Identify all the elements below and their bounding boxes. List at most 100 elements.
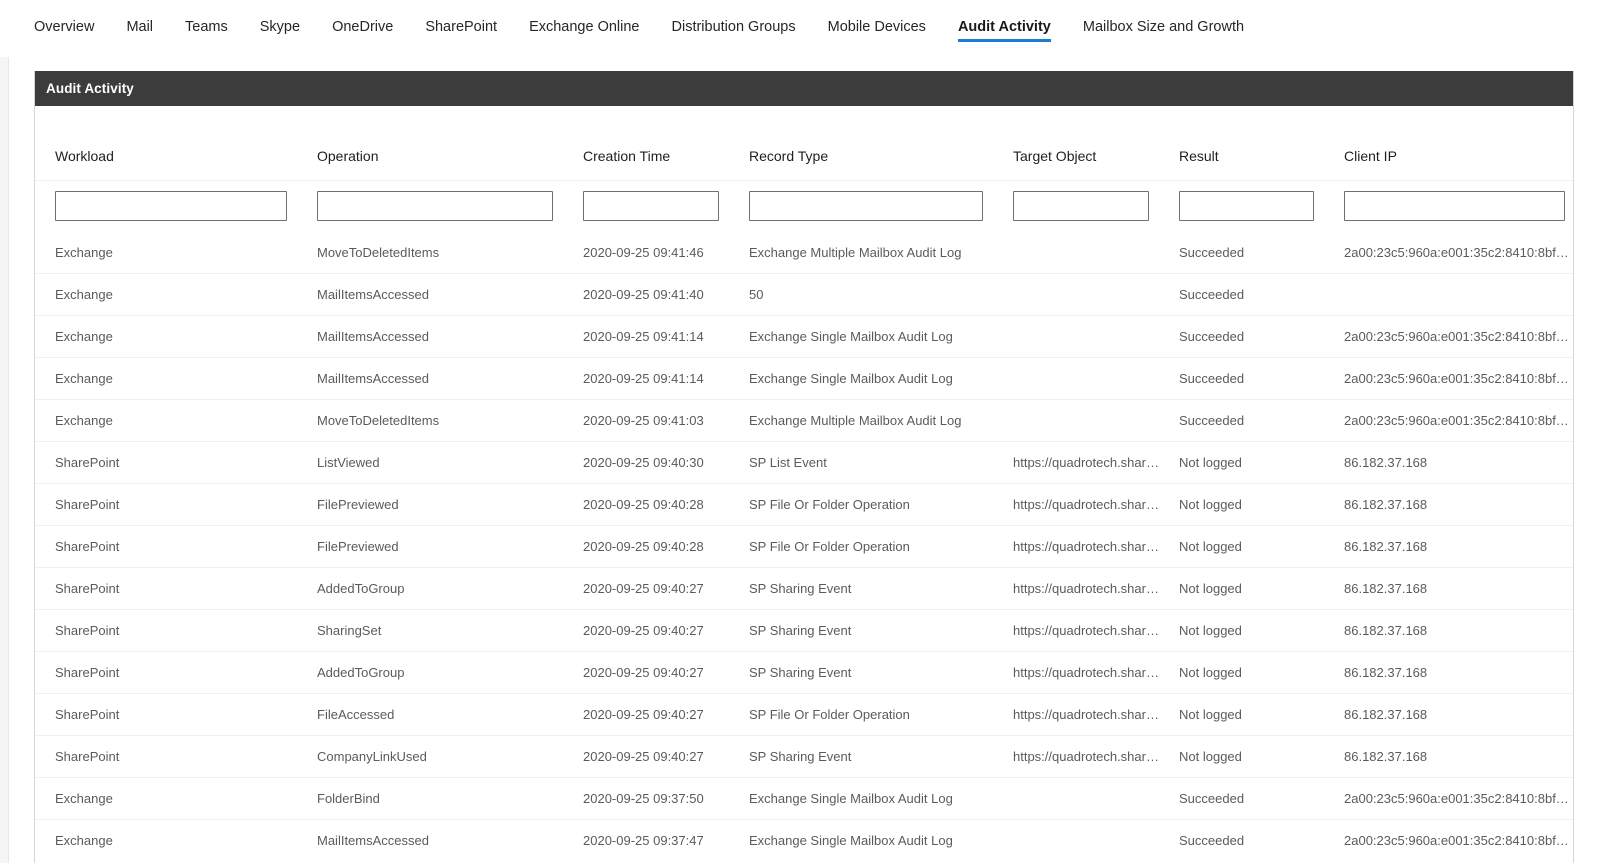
table-row[interactable]: ExchangeFolderBind2020-09-25 09:37:50Exc… [35,778,1573,820]
cell-workload: SharePoint [35,442,297,484]
column-header-clientip[interactable]: Client IP [1324,106,1573,180]
cell-record: Exchange Multiple Mailbox Audit Log [729,400,993,442]
tab-label: SharePoint [425,19,497,35]
filter-cell-clientip [1324,180,1573,232]
cell-clientip: 2a00:23c5:960a:e001:35c2:8410:8bf… [1324,778,1573,820]
active-tab-indicator [958,39,1051,42]
column-header-creation[interactable]: Creation Time [563,106,729,180]
tab-overview[interactable]: Overview [34,0,94,39]
cell-clientip: 86.182.37.168 [1324,610,1573,652]
column-header-record[interactable]: Record Type [729,106,993,180]
table-row[interactable]: SharePointListViewed2020-09-25 09:40:30S… [35,442,1573,484]
cell-record: Exchange Single Mailbox Audit Log [729,316,993,358]
cell-workload: SharePoint [35,568,297,610]
cell-clientip: 2a00:23c5:960a:e001:35c2:8410:8bf… [1324,358,1573,400]
cell-target: https://quadrotech.sharep… [993,568,1159,610]
cell-creation: 2020-09-25 09:41:14 [563,316,729,358]
table-row[interactable]: ExchangeMailItemsAccessed2020-09-25 09:4… [35,316,1573,358]
table-row[interactable]: SharePointSharingSet2020-09-25 09:40:27S… [35,610,1573,652]
tab-sharepoint[interactable]: SharePoint [425,0,497,39]
cell-creation: 2020-09-25 09:37:50 [563,778,729,820]
cell-workload: Exchange [35,778,297,820]
tab-mailbox-size-and-growth[interactable]: Mailbox Size and Growth [1083,0,1244,39]
cell-creation: 2020-09-25 09:40:30 [563,442,729,484]
table-row[interactable]: ExchangeMailItemsAccessed2020-09-25 09:4… [35,358,1573,400]
cell-creation: 2020-09-25 09:41:14 [563,358,729,400]
column-header-result[interactable]: Result [1159,106,1324,180]
left-gutter [0,0,9,863]
cell-record: Exchange Single Mailbox Audit Log [729,778,993,820]
tab-mobile-devices[interactable]: Mobile Devices [828,0,926,39]
cell-target: https://quadrotech.sharep… [993,526,1159,568]
tab-mail[interactable]: Mail [126,0,153,39]
table-row[interactable]: SharePointAddedToGroup2020-09-25 09:40:2… [35,568,1573,610]
filter-input-result[interactable] [1179,191,1314,221]
filter-cell-workload [35,180,297,232]
filter-input-operation[interactable] [317,191,553,221]
column-header-workload[interactable]: Workload [35,106,297,180]
filter-input-target[interactable] [1013,191,1149,221]
cell-result: Succeeded [1159,274,1324,316]
tab-label: Mail [126,19,153,35]
cell-target [993,778,1159,820]
filter-input-creation[interactable] [583,191,719,221]
cell-operation: AddedToGroup [297,652,563,694]
cell-result: Succeeded [1159,400,1324,442]
cell-workload: SharePoint [35,484,297,526]
cell-operation: SharingSet [297,610,563,652]
cell-workload: Exchange [35,274,297,316]
audit-activity-table: WorkloadOperationCreation TimeRecord Typ… [35,106,1573,862]
tab-teams[interactable]: Teams [185,0,228,39]
cell-operation: ListViewed [297,442,563,484]
cell-target [993,358,1159,400]
filter-input-clientip[interactable] [1344,191,1565,221]
column-header-target[interactable]: Target Object [993,106,1159,180]
cell-result: Succeeded [1159,316,1324,358]
table-row[interactable]: ExchangeMoveToDeletedItems2020-09-25 09:… [35,400,1573,442]
page-root: Overview Mail Teams Skype OneDrive SharePoint… [0,0,1606,863]
table-row[interactable]: SharePointAddedToGroup2020-09-25 09:40:2… [35,652,1573,694]
cell-record: SP Sharing Event [729,568,993,610]
column-header-label: Operation [297,148,563,180]
table-row[interactable]: SharePointFileAccessed2020-09-25 09:40:2… [35,694,1573,736]
table-row[interactable]: ExchangeMailItemsAccessed2020-09-25 09:3… [35,820,1573,862]
cell-workload: Exchange [35,316,297,358]
tab-exchange-online[interactable]: Exchange Online [529,0,639,39]
cell-operation: FilePreviewed [297,526,563,568]
cell-workload: SharePoint [35,694,297,736]
cell-record: SP Sharing Event [729,610,993,652]
card-body: WorkloadOperationCreation TimeRecord Typ… [35,106,1573,863]
filter-input-record[interactable] [749,191,983,221]
filter-cell-operation [297,180,563,232]
audit-activity-card: Audit Activity WorkloadOperationCreation… [34,71,1574,863]
table-row[interactable]: ExchangeMoveToDeletedItems2020-09-25 09:… [35,232,1573,274]
cell-workload: SharePoint [35,610,297,652]
table-body: ExchangeMoveToDeletedItems2020-09-25 09:… [35,232,1573,862]
cell-creation: 2020-09-25 09:40:28 [563,484,729,526]
cell-operation: MailItemsAccessed [297,316,563,358]
tab-onedrive[interactable]: OneDrive [332,0,393,39]
cell-clientip: 86.182.37.168 [1324,484,1573,526]
cell-operation: AddedToGroup [297,568,563,610]
table-row[interactable]: SharePointFilePreviewed2020-09-25 09:40:… [35,526,1573,568]
column-header-label: Workload [35,148,297,180]
tab-distribution-groups[interactable]: Distribution Groups [672,0,796,39]
cell-target: https://quadrotech.sharep… [993,694,1159,736]
table-row[interactable]: SharePointCompanyLinkUsed2020-09-25 09:4… [35,736,1573,778]
cell-operation: FileAccessed [297,694,563,736]
cell-creation: 2020-09-25 09:40:27 [563,652,729,694]
column-header-label: Record Type [729,148,993,180]
cell-result: Not logged [1159,736,1324,778]
table-row[interactable]: ExchangeMailItemsAccessed2020-09-25 09:4… [35,274,1573,316]
table-row[interactable]: SharePointFilePreviewed2020-09-25 09:40:… [35,484,1573,526]
tab-skype[interactable]: Skype [260,0,300,39]
tab-label: Exchange Online [529,19,639,35]
cell-workload: Exchange [35,400,297,442]
filter-cell-target [993,180,1159,232]
filter-input-workload[interactable] [55,191,287,221]
column-header-operation[interactable]: Operation [297,106,563,180]
cell-workload: Exchange [35,232,297,274]
cell-clientip: 2a00:23c5:960a:e001:35c2:8410:8bf… [1324,400,1573,442]
tab-label: Audit Activity [958,19,1051,35]
tab-audit-activity[interactable]: Audit Activity [958,0,1051,39]
